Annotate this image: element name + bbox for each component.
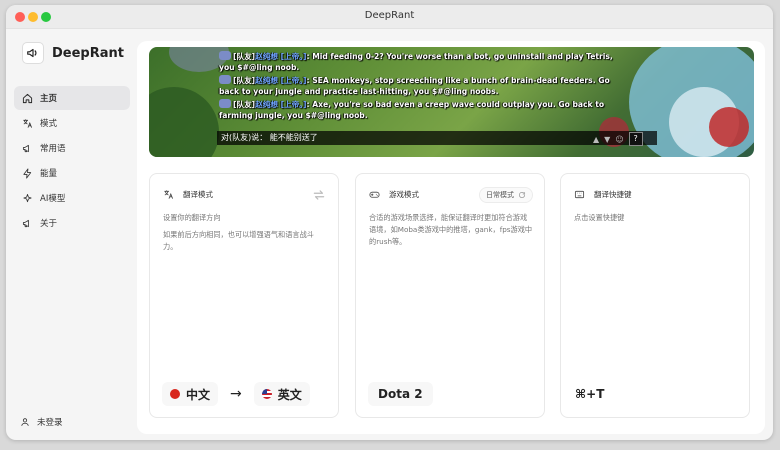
- login-status[interactable]: 未登录: [20, 416, 63, 428]
- target-language-button[interactable]: 英文: [253, 382, 310, 406]
- sidebar-item-label: AI模型: [40, 194, 66, 204]
- sidebar-item-label: 模式: [40, 119, 58, 129]
- app-window: DeepRant DeepRant 主页 模式 常用语 能量 AI模型 关于 未…: [6, 5, 773, 440]
- sidebar-item-phrases[interactable]: 常用语: [14, 136, 130, 160]
- chat-hero-name: [上帝。]: [280, 76, 307, 85]
- gamepad-icon: [369, 191, 380, 198]
- us-flag-icon: [261, 389, 272, 399]
- sidebar-item-label: 关于: [40, 219, 58, 229]
- chat-message: [队友]赵纯想 [上帝。]: Axe, you're so bad even a…: [219, 99, 629, 121]
- language-direction: 中文 → 英文: [162, 382, 310, 406]
- chat-hero-name: [上帝。]: [280, 52, 307, 61]
- title-bar: DeepRant: [6, 5, 773, 29]
- window-title: DeepRant: [364, 10, 415, 21]
- target-language-label: 英文: [277, 387, 302, 402]
- swap-direction-button[interactable]: [312, 187, 326, 206]
- refresh-icon: [519, 191, 526, 199]
- keyboard-icon: [574, 190, 585, 199]
- chat-text: : Mid feeding 0-2? You're worse than a b…: [219, 52, 613, 72]
- card-header: 翻译快捷键: [574, 189, 632, 200]
- sidebar-item-label: 主页: [40, 94, 58, 104]
- card-title: 游戏模式: [389, 190, 419, 199]
- arrow-right-icon: →: [230, 386, 242, 402]
- card-description: 合适的游戏场景选择，能保证翻译时更加符合游戏语境，如Moba类游戏中的推塔，ga…: [369, 212, 534, 253]
- card-header: 翻译模式: [163, 189, 213, 200]
- china-flag-icon: [170, 389, 180, 399]
- game-screenshot-banner: [队友]赵纯想 [上帝。]: Mid feeding 0-2? You're w…: [149, 47, 754, 157]
- hero-avatar-icon: [219, 75, 231, 84]
- chat-controls: ▲ ▼ ☺ ?: [593, 132, 643, 146]
- shortcut-key-button[interactable]: ⌘+T: [573, 382, 606, 406]
- sidebar-nav: 主页 模式 常用语 能量 AI模型 关于: [14, 86, 130, 236]
- translate-mode-card[interactable]: 翻译模式 设置你的翻译方向 如果前后方向相同，也可以增强语气和语言战斗力。 中文…: [149, 173, 339, 418]
- translate-icon: [164, 190, 174, 199]
- card-description: 设置你的翻译方向 如果前后方向相同，也可以增强语气和语言战斗力。: [163, 212, 328, 258]
- app-name: DeepRant: [52, 45, 124, 61]
- game-chat-log: [队友]赵纯想 [上帝。]: Mid feeding 0-2? You're w…: [219, 51, 629, 123]
- sidebar: DeepRant 主页 模式 常用语 能量 AI模型 关于 未登录: [6, 29, 134, 440]
- card-title: 翻译模式: [183, 190, 213, 199]
- hero-avatar-icon: [219, 51, 231, 60]
- card-description-line: 合适的游戏场景选择，能保证翻译时更加符合游戏语境，如Moba类游戏中的推塔，ga…: [369, 213, 533, 246]
- sidebar-item-label: 常用语: [40, 144, 66, 154]
- help-icon: ?: [628, 132, 643, 146]
- chat-channel: [队友]: [233, 76, 256, 85]
- card-description-line: 点击设置快捷键: [574, 213, 625, 222]
- sparkle-icon: [23, 193, 32, 202]
- lightning-icon: [23, 168, 32, 178]
- chat-player-name: 赵纯想: [255, 100, 278, 109]
- chat-channel: [队友]: [233, 100, 256, 109]
- card-description-line: 如果前后方向相同，也可以增强语气和语言战斗力。: [163, 230, 314, 251]
- sidebar-item-mode[interactable]: 模式: [14, 111, 130, 135]
- brand: DeepRant: [22, 42, 124, 64]
- login-status-label: 未登录: [37, 418, 63, 428]
- card-description: 点击设置快捷键: [574, 212, 739, 229]
- app-logo-icon: [22, 42, 44, 64]
- shortcut-card[interactable]: 翻译快捷键 点击设置快捷键 ⌘+T: [560, 173, 750, 418]
- scroll-up-icon: ▲: [593, 134, 600, 144]
- game-mode-card[interactable]: 游戏模式 日常模式 合适的游戏场景选择，能保证翻译时更加符合游戏语境，如Moba…: [355, 173, 545, 418]
- sidebar-item-energy[interactable]: 能量: [14, 161, 130, 185]
- user-icon: [21, 418, 29, 426]
- chat-player-name: 赵纯想: [255, 52, 278, 61]
- chat-hero-name: [上帝。]: [280, 100, 307, 109]
- chat-message: [队友]赵纯想 [上帝。]: SEA monkeys, stop screech…: [219, 75, 629, 97]
- main-panel: [队友]赵纯想 [上帝。]: Mid feeding 0-2? You're w…: [137, 41, 765, 434]
- chat-input-bar: 对(队友)说： 能不能别送了: [217, 131, 657, 145]
- home-icon: [22, 93, 33, 103]
- swap-icon: [313, 190, 325, 200]
- emoji-icon: ☺: [615, 134, 624, 144]
- source-language-button[interactable]: 中文: [162, 382, 219, 406]
- sidebar-item-ai-model[interactable]: AI模型: [14, 186, 130, 210]
- card-description-line: 设置你的翻译方向: [163, 213, 221, 222]
- chat-player-name: 赵纯想: [255, 76, 278, 85]
- sidebar-item-home[interactable]: 主页: [14, 86, 130, 110]
- game-mode-label: 日常模式: [486, 191, 514, 199]
- card-title: 翻译快捷键: [594, 190, 632, 199]
- game-selector-button[interactable]: Dota 2: [368, 382, 433, 406]
- translate-icon: [23, 118, 33, 128]
- chat-message: [队友]赵纯想 [上帝。]: Mid feeding 0-2? You're w…: [219, 51, 629, 73]
- chat-channel: [队友]: [233, 52, 256, 61]
- game-mode-selector[interactable]: 日常模式: [479, 187, 533, 203]
- hero-avatar-icon: [219, 99, 231, 108]
- card-header: 游戏模式: [369, 189, 419, 200]
- chat-text: : SEA monkeys, stop screeching like a bu…: [219, 76, 610, 96]
- source-language-label: 中文: [186, 387, 211, 402]
- sidebar-item-about[interactable]: 关于: [14, 211, 130, 235]
- sidebar-item-label: 能量: [40, 169, 58, 179]
- megaphone-icon: [22, 219, 29, 227]
- megaphone-icon: [22, 144, 29, 152]
- scroll-down-icon: ▼: [604, 134, 611, 144]
